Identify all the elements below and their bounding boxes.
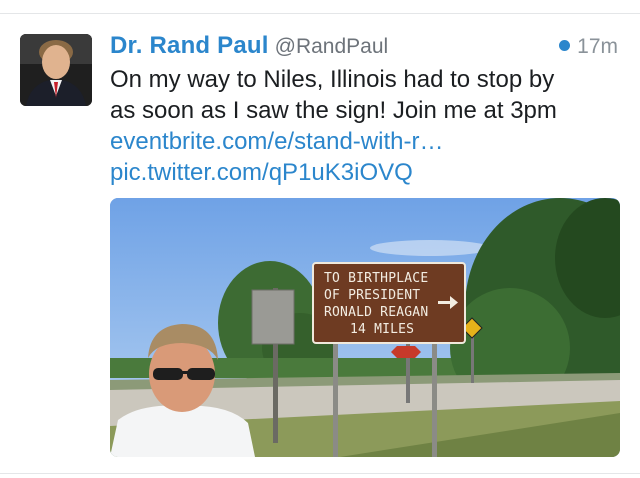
display-name[interactable]: Dr. Rand Paul [110, 32, 269, 59]
tweet-text-line: On my way to Niles, Illinois had to stop… [110, 66, 555, 93]
timestamp-group: 17m [559, 35, 618, 59]
user-handle[interactable]: @RandPaul [275, 35, 389, 58]
sign-line: OF PRESIDENT [324, 288, 420, 303]
photo-scene: TO BIRTHPLACE OF PRESIDENT RONALD REAGAN… [110, 198, 620, 457]
sign-line: TO BIRTHPLACE [324, 271, 428, 286]
avatar-portrait [20, 34, 92, 106]
tweet-photo[interactable]: TO BIRTHPLACE OF PRESIDENT RONALD REAGAN… [110, 198, 620, 457]
avatar[interactable] [20, 34, 92, 106]
tweet-header: Dr. Rand Paul @RandPaul 17m [110, 32, 622, 62]
tweet-text-line: as soon as I saw the sign! Join me at 3p… [110, 97, 557, 124]
unread-dot-icon [559, 40, 571, 51]
eventbrite-link[interactable]: eventbrite.com/e/stand-with-r… [110, 126, 443, 157]
timestamp: 17m [577, 35, 618, 58]
sign-line: RONALD REAGAN [324, 305, 428, 320]
sign-line: 14 MILES [350, 322, 414, 337]
bottom-divider [0, 473, 640, 474]
photo-link[interactable]: pic.twitter.com/qP1uK3iOVQ [110, 157, 413, 188]
top-divider [0, 13, 640, 14]
tweet-text: On my way to Niles, Illinois had to stop… [110, 64, 630, 126]
